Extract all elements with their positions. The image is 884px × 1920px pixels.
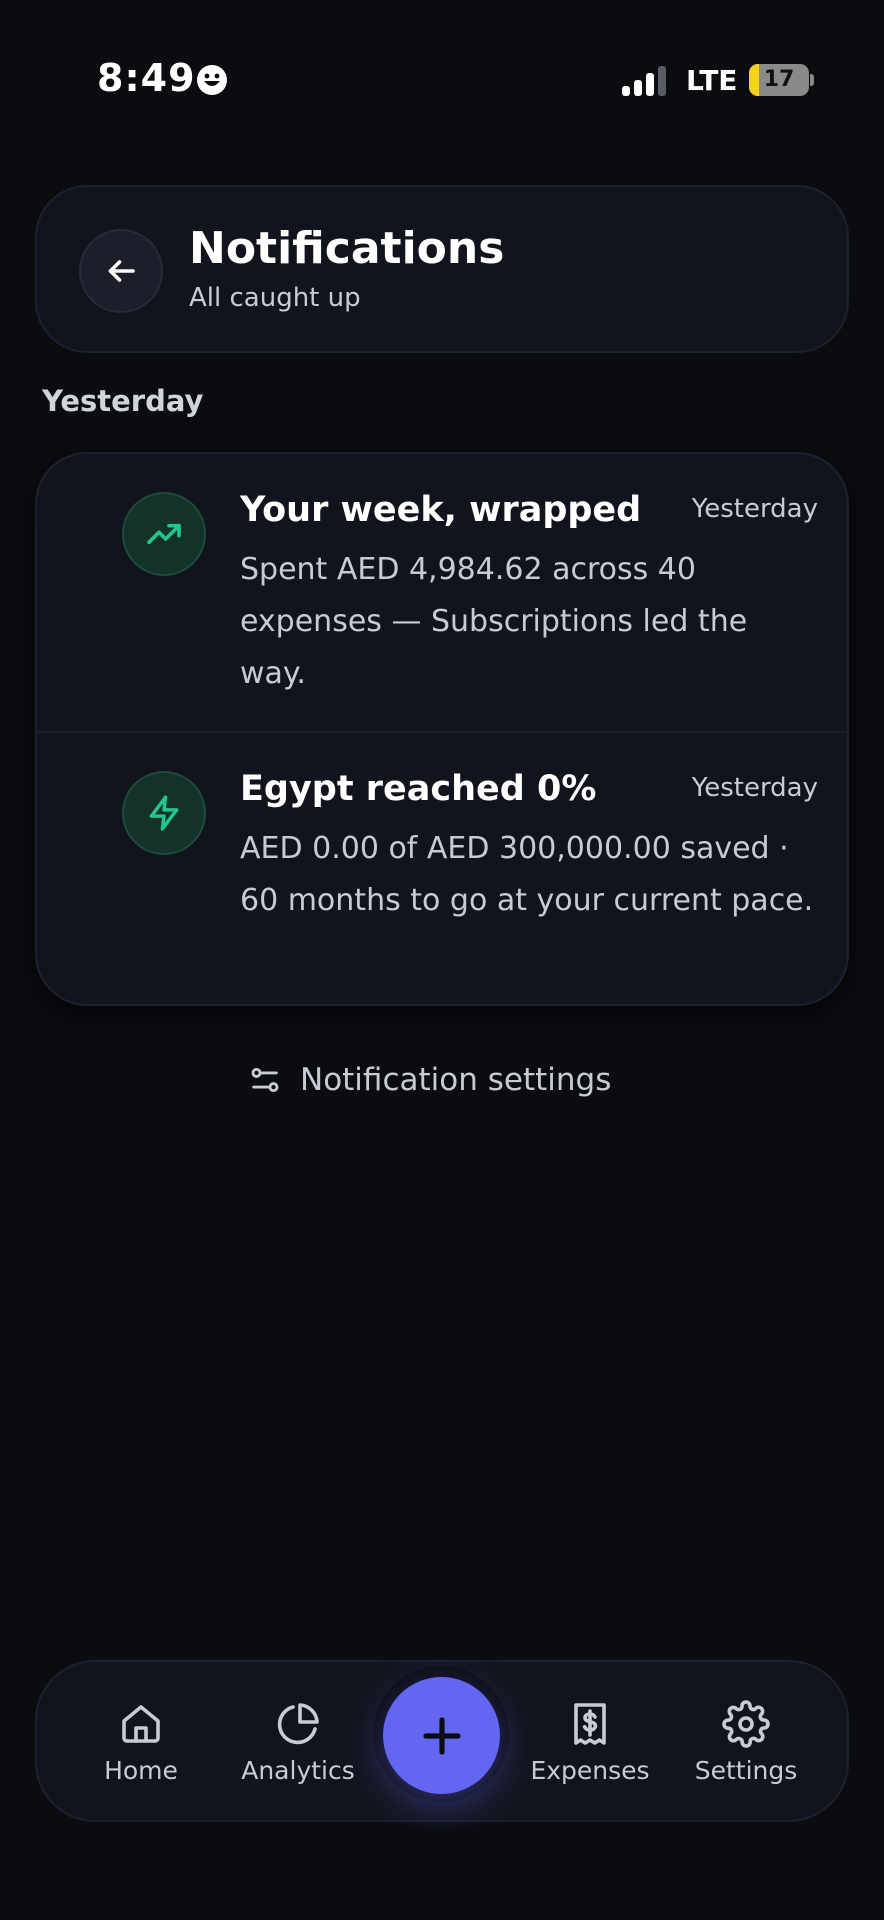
home-icon bbox=[122, 1705, 160, 1743]
nav-item-analytics[interactable]: Analytics bbox=[223, 1700, 373, 1800]
nav-label-analytics: Analytics bbox=[241, 1756, 355, 1785]
nav-item-settings[interactable]: Settings bbox=[671, 1700, 821, 1800]
battery-icon: 17 bbox=[749, 64, 814, 96]
notification-title: Egypt reached 0% bbox=[240, 769, 597, 809]
add-expense-button[interactable] bbox=[383, 1677, 500, 1794]
notification-time: Yesterday bbox=[691, 773, 818, 803]
plus-icon bbox=[422, 1716, 461, 1755]
page-subtitle: All caught up bbox=[189, 283, 361, 313]
lightning-icon bbox=[122, 771, 206, 855]
nav-label-expenses: Expenses bbox=[530, 1756, 650, 1785]
nav-item-expenses[interactable]: Expenses bbox=[515, 1700, 665, 1800]
status-time: 8:49 bbox=[97, 56, 196, 100]
notifications-card: Your week, wrapped Yesterday Spent AED 4… bbox=[35, 452, 849, 1006]
nav-label-settings: Settings bbox=[694, 1756, 798, 1785]
notification-body: Spent AED 4,984.62 across 40 expenses — … bbox=[240, 552, 748, 691]
notification-settings-link[interactable]: Notification settings bbox=[248, 1056, 611, 1104]
notification-item[interactable]: Your week, wrapped Yesterday Spent AED 4… bbox=[37, 454, 847, 731]
pie-chart-icon bbox=[277, 1703, 319, 1745]
notification-settings-label: Notification settings bbox=[300, 1062, 612, 1098]
sliders-icon bbox=[251, 1067, 279, 1093]
smiley-icon bbox=[197, 65, 227, 95]
back-button[interactable] bbox=[79, 229, 163, 313]
header-card: Notifications All caught up bbox=[35, 185, 849, 353]
battery-level: 17 bbox=[763, 67, 795, 92]
notification-body: AED 0.00 of AED 300,000.00 saved · 60 mo… bbox=[240, 831, 814, 918]
notification-item[interactable]: Egypt reached 0% Yesterday AED 0.00 of A… bbox=[37, 731, 847, 1004]
trending-up-icon bbox=[122, 492, 206, 576]
arrow-left-icon bbox=[108, 260, 135, 282]
nav-item-home[interactable]: Home bbox=[66, 1700, 216, 1800]
receipt-icon bbox=[574, 1703, 606, 1745]
notification-title: Your week, wrapped bbox=[240, 490, 642, 530]
network-label: LTE bbox=[686, 64, 738, 97]
nav-label-home: Home bbox=[104, 1756, 178, 1785]
notification-time: Yesterday bbox=[691, 494, 818, 524]
section-label-yesterday: Yesterday bbox=[42, 384, 204, 418]
status-bar: 8:49 LTE 17 bbox=[0, 0, 884, 160]
page-title: Notifications bbox=[189, 223, 505, 274]
gear-icon bbox=[722, 1700, 770, 1748]
signal-icon bbox=[622, 66, 666, 96]
